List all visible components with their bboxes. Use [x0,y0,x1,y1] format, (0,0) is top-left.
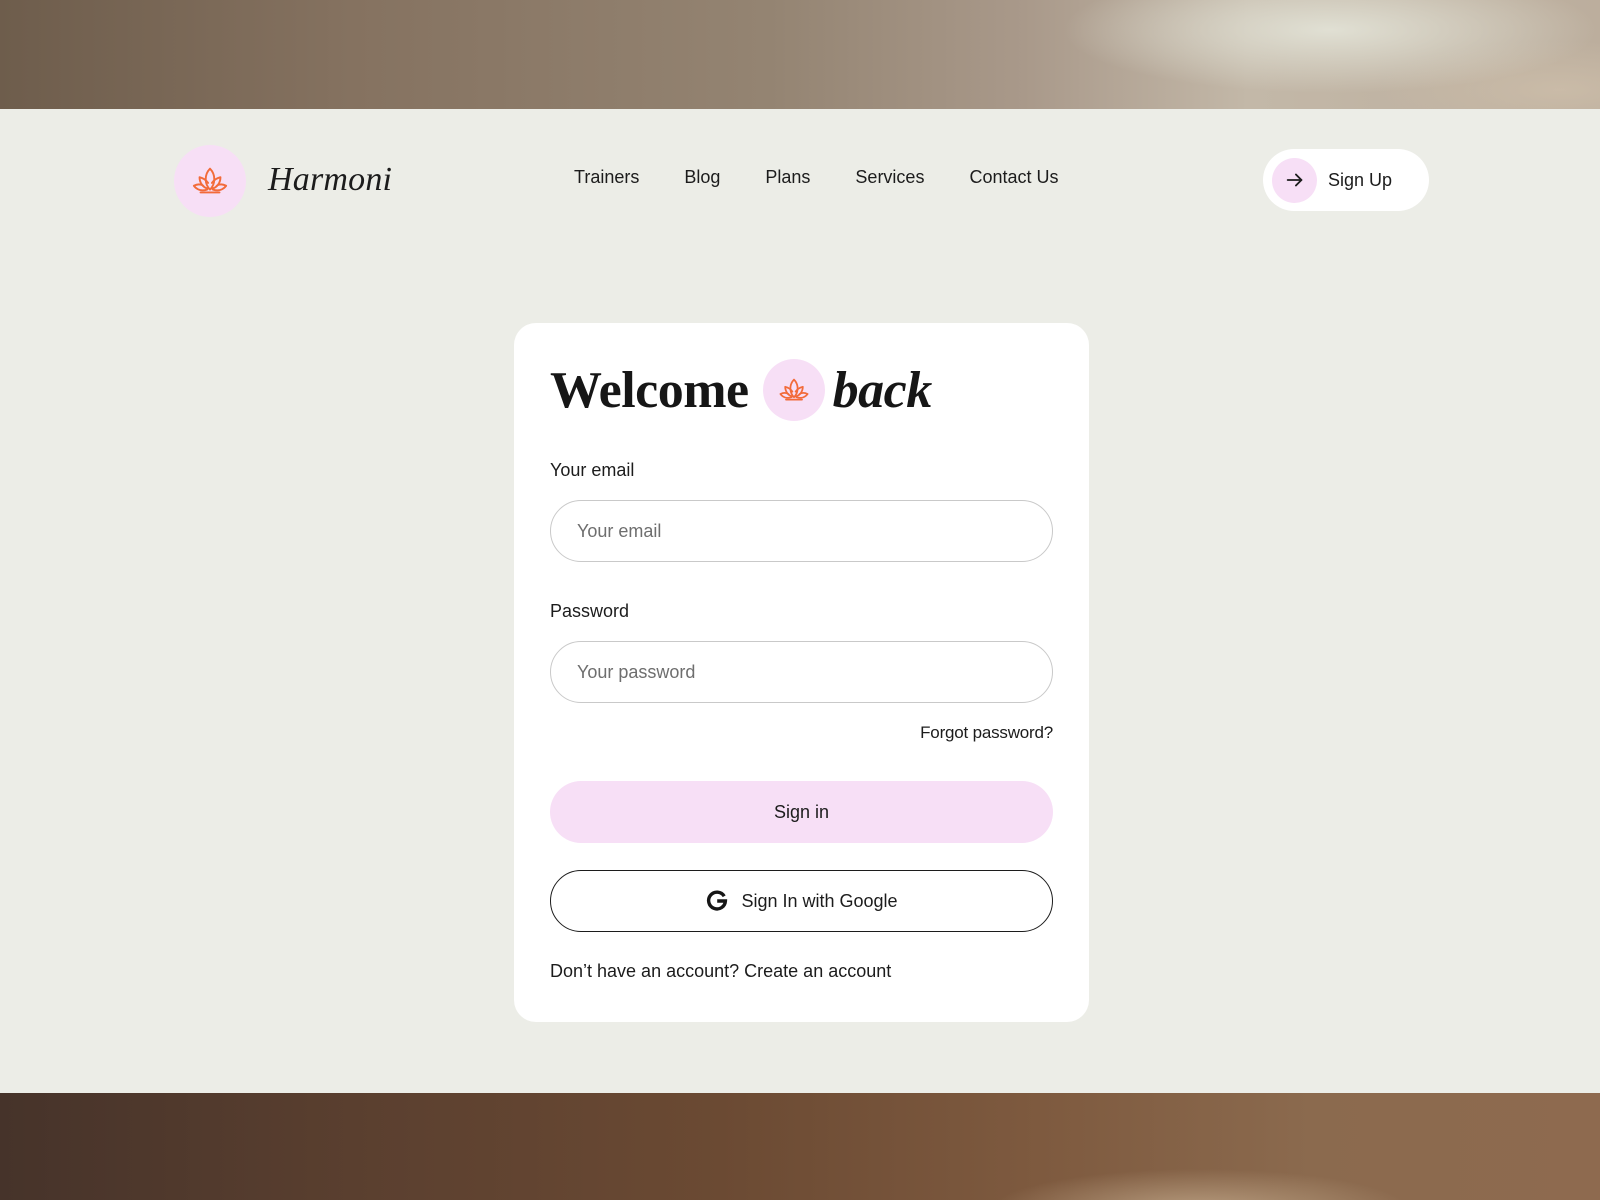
nav-item-contact-us[interactable]: Contact Us [969,167,1058,188]
bottom-background-image [0,1093,1600,1200]
arrow-right-icon [1286,173,1302,187]
welcome-heading: Welcome back [550,359,932,421]
google-sign-in-label: Sign In with Google [741,890,898,911]
sign-up-label: Sign Up [1328,169,1393,190]
password-input[interactable] [550,641,1053,703]
google-sign-in-button[interactable]: Sign In with Google [550,870,1053,932]
signup-arrow-badge [1272,157,1317,203]
site-header: Harmoni Trainers Blog Plans Services Con… [0,109,1600,251]
nav-item-blog[interactable]: Blog [684,167,720,188]
no-account-text: Don’t have an account? [550,961,740,981]
create-account-link[interactable]: Create an account [744,961,891,981]
nav-item-trainers[interactable]: Trainers [574,167,639,188]
welcome-logo-badge [762,359,825,421]
sign-up-button[interactable]: Sign Up [1263,149,1429,211]
email-input[interactable] [550,500,1053,562]
lotus-icon [192,167,228,194]
sign-in-button[interactable]: Sign in [550,781,1053,843]
welcome-title-word: Welcome [550,361,749,419]
welcome-title-italic: back [832,361,933,419]
create-account-prompt: Don’t have an account? Create an account [550,961,891,982]
password-label: Password [550,601,630,621]
lotus-icon [779,378,809,401]
nav-item-plans[interactable]: Plans [765,167,810,188]
nav-item-services[interactable]: Services [855,167,924,188]
email-label: Your email [550,460,635,480]
forgot-password-link[interactable]: Forgot password? [920,723,1053,743]
brand-name[interactable]: Harmoni [268,161,392,199]
google-icon [707,890,728,911]
logo-badge[interactable] [174,145,246,217]
main-nav: Trainers Blog Plans Services Contact Us [574,167,1059,188]
top-background-image [0,0,1600,109]
login-card: Welcome back Your email Password Forgot … [514,323,1089,1022]
